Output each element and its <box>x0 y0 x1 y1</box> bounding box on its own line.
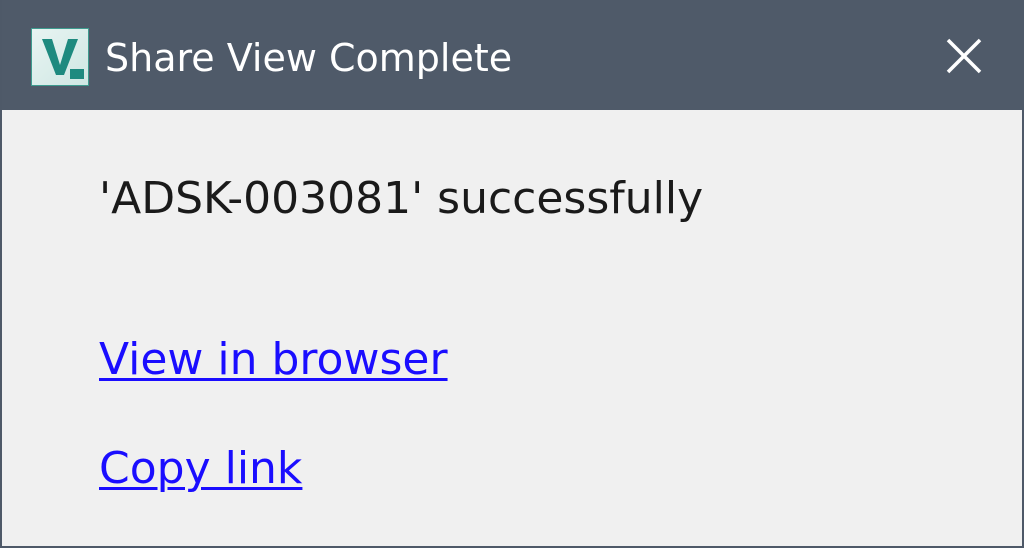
close-button[interactable] <box>932 24 996 88</box>
success-message: 'ADSK-003081' successfully <box>99 173 704 224</box>
view-in-browser-link[interactable]: View in browser <box>99 334 448 385</box>
title-bar[interactable]: Share View Complete <box>2 0 1024 110</box>
autodesk-vault-icon <box>31 28 89 86</box>
window-title: Share View Complete <box>105 36 513 80</box>
copy-link-link[interactable]: Copy link <box>99 443 302 494</box>
close-icon <box>946 38 982 74</box>
share-view-complete-dialog: Share View Complete 'ADSK-003081' succes… <box>0 0 1024 548</box>
